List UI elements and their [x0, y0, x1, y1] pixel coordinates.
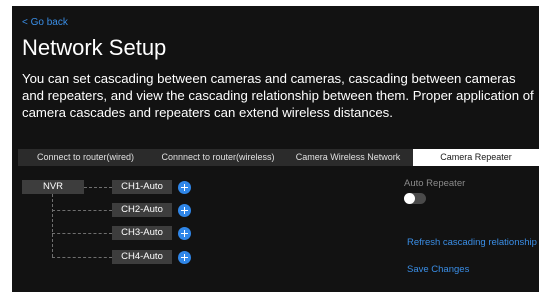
tab-camera-wireless-network[interactable]: Camera Wireless Network — [283, 149, 413, 166]
connector-line — [84, 187, 112, 188]
add-cascade-ch1-icon[interactable] — [178, 180, 191, 194]
channel-node-ch3: CH3-Auto — [112, 226, 172, 240]
toggle-knob — [404, 193, 415, 204]
connector-line — [52, 210, 112, 211]
nvr-node: NVR — [22, 180, 84, 194]
page-description: You can set cascading between cameras an… — [22, 71, 534, 120]
save-changes-link[interactable]: Save Changes — [407, 264, 469, 275]
network-setup-panel: < Go back Network Setup You can set casc… — [12, 6, 539, 292]
go-back-link[interactable]: < Go back — [22, 17, 68, 28]
connector-line — [52, 233, 112, 234]
add-cascade-ch4-icon[interactable] — [178, 250, 191, 264]
auto-repeater-toggle[interactable] — [404, 193, 426, 204]
channel-node-ch4: CH4-Auto — [112, 250, 172, 264]
add-cascade-ch3-icon[interactable] — [178, 226, 191, 240]
tab-bar: Connect to router(wired) Connnect to rou… — [18, 149, 539, 166]
tab-connect-router-wired[interactable]: Connect to router(wired) — [18, 149, 153, 166]
channel-node-ch2: CH2-Auto — [112, 203, 172, 217]
add-cascade-ch2-icon[interactable] — [178, 203, 191, 217]
channel-node-ch1: CH1-Auto — [112, 180, 172, 194]
page-title: Network Setup — [22, 35, 167, 60]
connector-line — [52, 194, 53, 257]
connector-line — [52, 257, 112, 258]
auto-repeater-label: Auto Repeater — [404, 178, 466, 189]
tab-camera-repeater[interactable]: Camera Repeater — [413, 149, 539, 166]
refresh-cascading-link[interactable]: Refresh cascading relationship — [407, 237, 537, 248]
tab-connect-router-wireless[interactable]: Connnect to router(wireless) — [153, 149, 283, 166]
